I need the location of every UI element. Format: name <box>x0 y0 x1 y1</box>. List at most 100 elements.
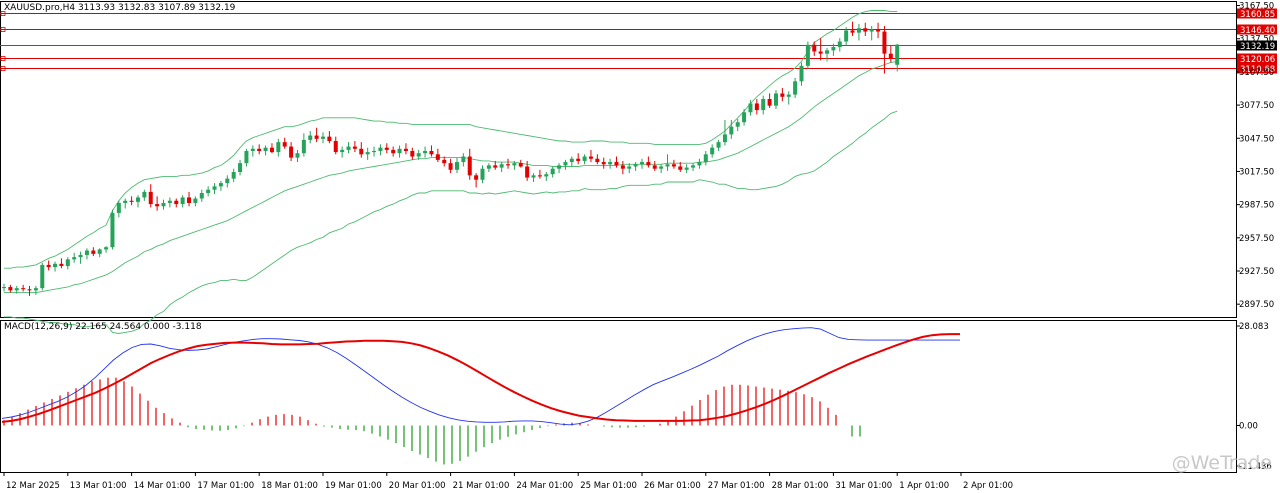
candlesticks[interactable] <box>2 21 900 296</box>
candle-body <box>142 191 147 198</box>
macd-panel <box>1 327 960 465</box>
candle-body <box>442 159 447 164</box>
candle-body <box>155 204 160 207</box>
watermark: @WeTrade <box>1171 452 1272 474</box>
candle-body <box>123 200 128 203</box>
candle-body <box>678 166 683 170</box>
candle-body <box>27 289 32 291</box>
candle-body <box>646 162 651 166</box>
candle-body <box>467 156 472 176</box>
candle-body <box>53 263 58 268</box>
candle-body <box>761 99 766 111</box>
x-tick-label: 14 Mar 01:00 <box>134 481 191 491</box>
candle-body <box>167 200 172 203</box>
candle-body <box>212 186 217 190</box>
candle-body <box>652 165 657 169</box>
candle-body <box>525 166 530 178</box>
candle-body <box>308 135 313 140</box>
x-tick-label: 21 Mar 01:00 <box>453 481 510 491</box>
candle-body <box>601 162 606 165</box>
price-axis[interactable]: 3167.50 3137.50 3107.50 3077.50 3047.50 3017.… <box>1236 2 1274 472</box>
candle-body <box>321 136 325 139</box>
x-tick-label: 31 Mar 01:00 <box>835 481 892 491</box>
candle-body <box>850 30 855 33</box>
candle-body <box>435 154 440 160</box>
candle-body <box>722 134 727 143</box>
candle-body <box>59 263 64 267</box>
candle-body <box>773 93 778 106</box>
candle-body <box>742 112 747 123</box>
candle-body <box>397 148 402 154</box>
x-tick-label: 25 Mar 01:00 <box>580 481 637 491</box>
candle-body <box>684 167 689 170</box>
candle-body <box>869 29 874 32</box>
trading-chart[interactable]: 3160.853146.403120.063110.683132.19 3167… <box>0 0 1280 493</box>
candle-body <box>289 146 294 158</box>
candle-body <box>423 150 428 154</box>
candle-body <box>218 183 223 187</box>
macd-y-tick-label: 0.00 <box>1239 421 1258 431</box>
candle-body <box>295 153 300 158</box>
bollinger-lower <box>4 110 898 334</box>
x-tick-label: 13 Mar 01:00 <box>70 481 127 491</box>
macd-frame <box>0 320 1237 473</box>
bollinger-upper <box>4 10 898 269</box>
y-tick-label: 3167.50 <box>1239 2 1274 12</box>
candle-body <box>244 150 249 164</box>
candle-body <box>544 174 549 177</box>
candle-body <box>410 150 415 157</box>
y-tick-label: 3077.50 <box>1239 101 1274 111</box>
candle-body <box>46 264 51 268</box>
y-tick-label: 3017.50 <box>1239 167 1274 177</box>
candle-body <box>78 254 83 258</box>
candle-body <box>206 189 211 194</box>
candle-body <box>716 142 721 148</box>
candle-body <box>72 257 77 260</box>
candle-body <box>250 148 255 151</box>
candle-body <box>454 162 459 170</box>
candle-body <box>129 200 134 202</box>
candle-body <box>327 136 332 142</box>
candle-body <box>506 164 511 166</box>
candle-body <box>844 30 849 42</box>
x-tick-label: 20 Mar 01:00 <box>389 481 446 491</box>
candle-body <box>110 212 115 248</box>
candle-body <box>8 287 13 291</box>
candle-body <box>359 148 364 155</box>
candle-body <box>825 50 830 54</box>
candle-body <box>340 149 345 153</box>
candle-body <box>40 264 45 289</box>
candle-body <box>180 197 185 205</box>
candle-body <box>633 164 638 167</box>
candle-body <box>448 163 453 170</box>
candle-body <box>710 147 715 155</box>
candle-body <box>512 163 517 166</box>
candle-body <box>416 153 421 157</box>
candle-body <box>805 44 810 66</box>
candle-body <box>346 146 351 150</box>
candle-body <box>665 164 670 167</box>
candle-body <box>33 288 38 291</box>
candle-body <box>537 175 542 177</box>
candle-body <box>91 250 96 254</box>
candle-body <box>614 162 619 166</box>
candle-body <box>372 150 377 153</box>
candle-body <box>116 202 121 213</box>
candle-body <box>837 41 842 48</box>
y-tick-label: 2897.50 <box>1239 300 1274 310</box>
x-tick-label: 2 Apr 01:00 <box>963 481 1013 491</box>
candle-body <box>620 165 625 169</box>
candle-body <box>104 247 109 250</box>
candle-body <box>352 146 357 149</box>
time-axis[interactable]: 12 Mar 2025 13 Mar 01:00 14 Mar 01:00 17 Ma… <box>3 472 1013 491</box>
candle-body <box>780 93 785 97</box>
candle-body <box>876 29 881 32</box>
symbol-header: XAUUSD.pro,H4 3113.93 3132.83 3107.89 31… <box>4 3 236 13</box>
candle-body <box>174 200 179 205</box>
main-frame <box>0 1 1237 318</box>
candle-body <box>225 178 230 184</box>
price-level-lines[interactable]: 3160.853146.403120.063110.683132.19 <box>0 8 1277 76</box>
macd-y-tick-label: 28.083 <box>1239 322 1269 332</box>
y-tick-label: 3107.50 <box>1239 68 1274 78</box>
candle-body <box>531 175 536 178</box>
